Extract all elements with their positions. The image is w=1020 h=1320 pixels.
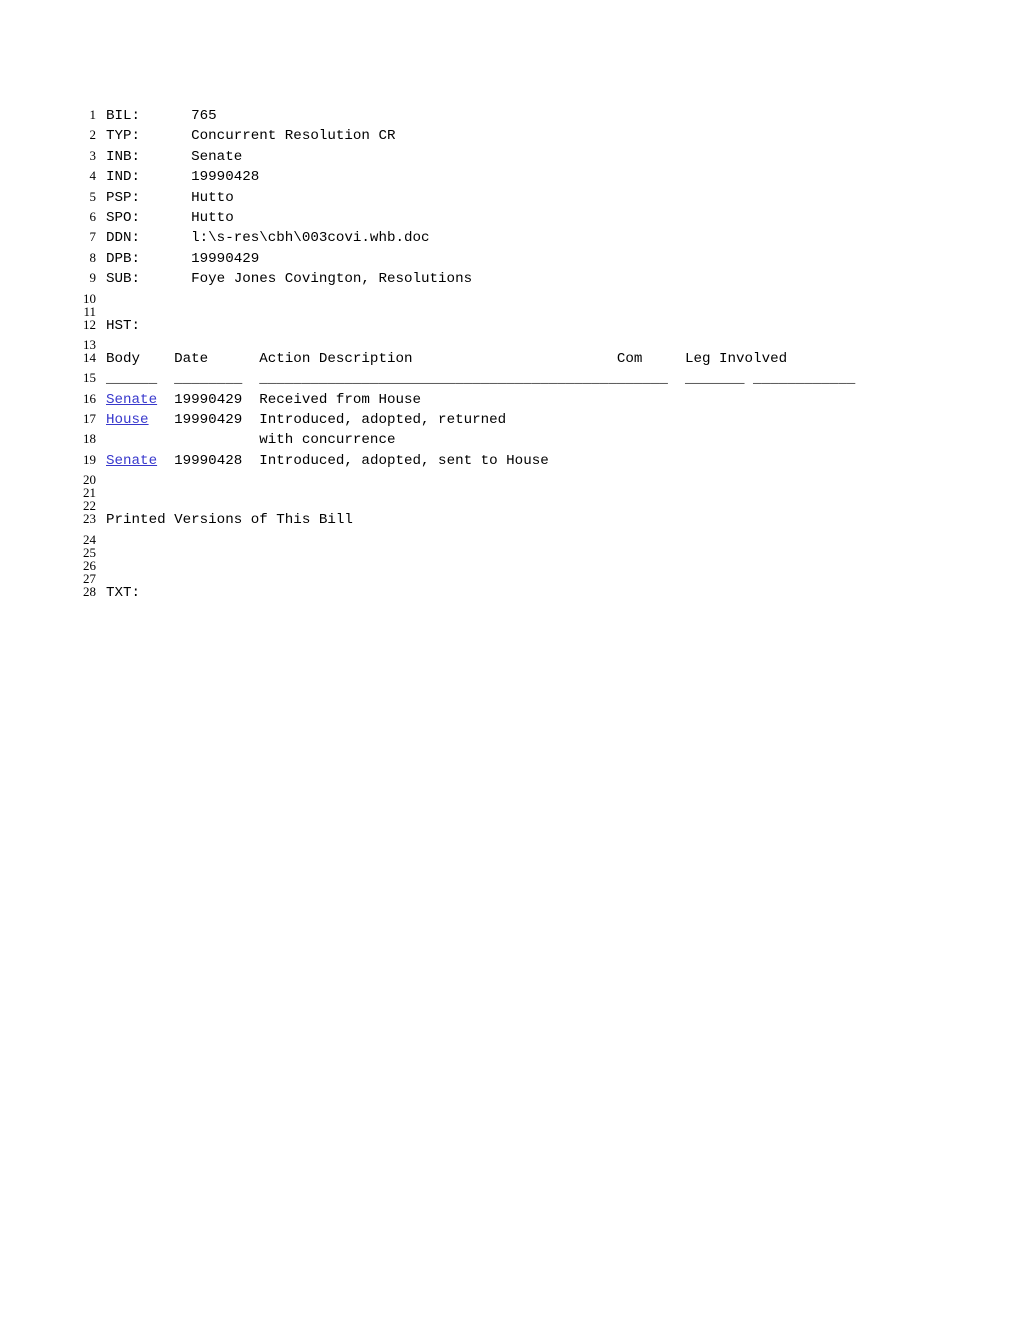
line-number: 23 bbox=[83, 511, 96, 527]
line-number: 2 bbox=[89, 127, 97, 143]
document-line: 20 bbox=[70, 473, 970, 486]
history-body-link[interactable]: House bbox=[106, 412, 149, 428]
document-line: 6 SPO: Hutto bbox=[70, 210, 970, 230]
document-line: 14 Body Date Action Description Com Leg I… bbox=[70, 351, 970, 371]
history-body-link[interactable]: Senate bbox=[106, 453, 157, 469]
line-number: 14 bbox=[83, 349, 96, 365]
field-line: DPB: 19990429 bbox=[106, 250, 260, 267]
document-line: 2 TYP: Concurrent Resolution CR bbox=[70, 128, 970, 148]
document-line: 22 bbox=[70, 499, 970, 512]
line-number: 11 bbox=[83, 303, 96, 319]
history-row-text: 19990428 Introduced, adopted, sent to Ho… bbox=[157, 452, 549, 469]
history-table-row: with concurrence bbox=[106, 432, 396, 449]
document-line: 21 bbox=[70, 486, 970, 499]
field-line: PSP: Hutto bbox=[106, 189, 234, 206]
document-line: 1 BIL: 765 bbox=[70, 108, 970, 128]
field-line: TYP: Concurrent Resolution CR bbox=[106, 128, 396, 145]
line-number: 18 bbox=[83, 431, 96, 447]
field-line: INB: Senate bbox=[106, 148, 243, 165]
document-line: 15 ______ ________ ______________________… bbox=[70, 371, 970, 391]
document-line: 23 Printed Versions of This Bill bbox=[70, 512, 970, 532]
line-number: 3 bbox=[89, 147, 97, 163]
line-number: 4 bbox=[89, 168, 97, 184]
line-number: 13 bbox=[83, 336, 96, 352]
document-line: 10 bbox=[70, 292, 970, 305]
line-number: 12 bbox=[83, 316, 96, 332]
document-line: 27 bbox=[70, 572, 970, 585]
document-line: 28 TXT: bbox=[70, 585, 970, 605]
document-line: 9 SUB: Foye Jones Covington, Resolutions bbox=[70, 271, 970, 291]
history-table-row: House 19990429 Introduced, adopted, retu… bbox=[96, 413, 506, 428]
document-line: 18 with concurrence bbox=[70, 432, 970, 452]
line-number: 25 bbox=[83, 544, 96, 560]
line-number: 27 bbox=[83, 570, 96, 586]
history-table-row: Senate 19990429 Received from House bbox=[96, 391, 422, 408]
document-line: 5 PSP: Hutto bbox=[70, 190, 970, 210]
history-row-text: 19990429 Received from House bbox=[157, 391, 422, 408]
history-table-separator: ______ ________ ________________________… bbox=[106, 371, 856, 388]
line-number: 5 bbox=[89, 188, 97, 204]
line-number: 6 bbox=[89, 208, 97, 224]
line-number: 15 bbox=[83, 370, 96, 386]
bill-text-body: 1 BIL: 765 2 TYP: Concurrent Resolution CR 3… bbox=[70, 108, 970, 605]
field-line: HST: bbox=[106, 317, 141, 334]
field-line: BIL: 765 bbox=[106, 108, 217, 124]
line-number: 16 bbox=[83, 390, 96, 406]
field-line: DDN: l:\s-res\cbh\003covi.whb.doc bbox=[106, 230, 430, 247]
line-number: 17 bbox=[83, 411, 96, 427]
document-line: 25 bbox=[70, 546, 970, 559]
line-number: 10 bbox=[83, 290, 96, 306]
line-number: 24 bbox=[83, 531, 96, 547]
document-line: 17 House 19990429 Introduced, adopted, re… bbox=[70, 412, 970, 432]
line-number: 1 bbox=[89, 107, 97, 122]
document-page: 1 BIL: 765 2 TYP: Concurrent Resolution CR 3… bbox=[0, 0, 1020, 1320]
line-number: 8 bbox=[89, 249, 97, 265]
document-line: 26 bbox=[70, 559, 970, 572]
field-line: SUB: Foye Jones Covington, Resolutions bbox=[106, 271, 473, 288]
field-line: IND: 19990428 bbox=[106, 169, 260, 186]
document-line: 11 bbox=[70, 305, 970, 318]
document-line: 12 HST: bbox=[70, 318, 970, 338]
line-number: 28 bbox=[83, 583, 96, 599]
document-line: 8 DPB: 19990429 bbox=[70, 251, 970, 271]
line-number: 9 bbox=[89, 270, 97, 286]
document-line: 24 bbox=[70, 533, 970, 546]
line-number: 19 bbox=[83, 451, 96, 467]
history-row-text: 19990429 Introduced, adopted, returned bbox=[148, 412, 507, 429]
document-line: 13 bbox=[70, 338, 970, 351]
document-line: 4 IND: 19990428 bbox=[70, 169, 970, 189]
history-body-link[interactable]: Senate bbox=[106, 392, 157, 408]
history-table-header: Body Date Action Description Com Leg Inv… bbox=[106, 350, 788, 367]
line-number: 26 bbox=[83, 557, 96, 573]
field-line: SPO: Hutto bbox=[106, 209, 234, 226]
document-line: 7 DDN: l:\s-res\cbh\003covi.whb.doc bbox=[70, 230, 970, 250]
document-line: 3 INB: Senate bbox=[70, 149, 970, 169]
document-line: 16 Senate 19990429 Received from House bbox=[70, 392, 970, 412]
section-heading: Printed Versions of This Bill bbox=[106, 512, 353, 529]
history-table-row: Senate 19990428 Introduced, adopted, sen… bbox=[96, 452, 549, 469]
field-line: TXT: bbox=[106, 584, 141, 601]
document-line: 19 Senate 19990428 Introduced, adopted, s… bbox=[70, 453, 970, 473]
line-number: 7 bbox=[89, 229, 97, 245]
